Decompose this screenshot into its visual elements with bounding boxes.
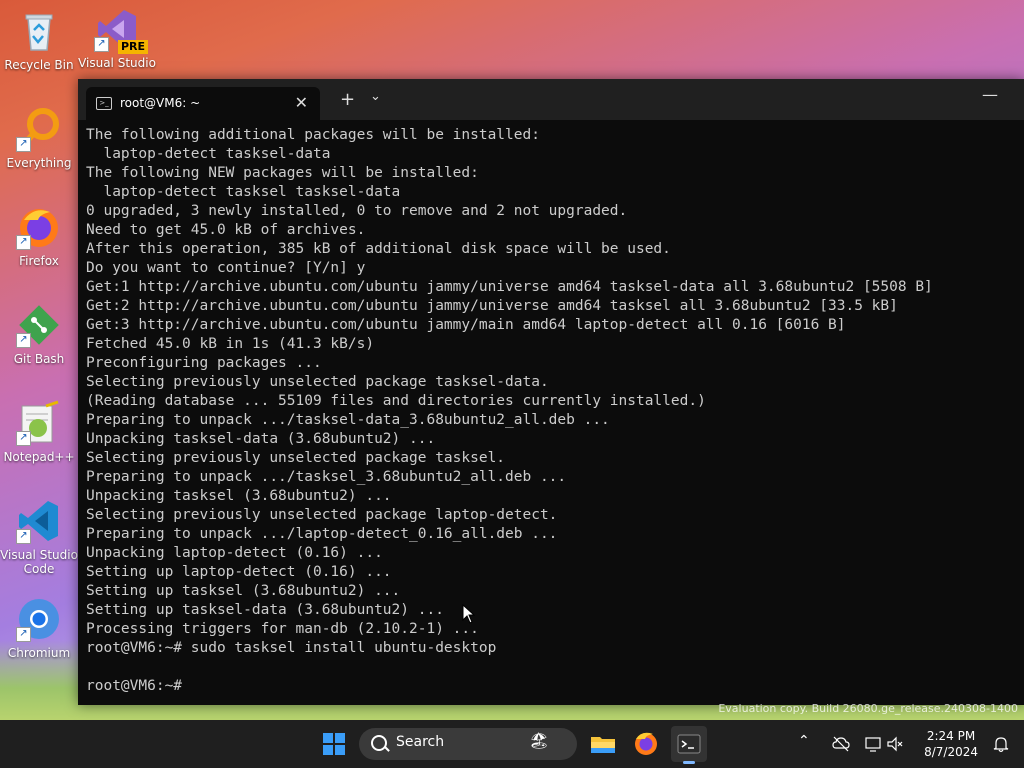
desktop-icon-git-bash[interactable]: ↗ Git Bash: [0, 302, 78, 366]
terminal-line: (Reading database ... 55109 files and di…: [86, 393, 706, 409]
desktop-icon-label: Everything: [6, 156, 72, 170]
terminal-line: root@VM6:~# sudo tasksel install ubuntu-…: [86, 640, 497, 656]
start-button[interactable]: [316, 726, 352, 762]
terminal-line: Need to get 45.0 kB of archives.: [86, 222, 366, 238]
cloud-offline-icon[interactable]: [832, 735, 850, 753]
terminal-line: Preconfiguring packages ...: [86, 355, 322, 371]
desktop-icon-label: Notepad++: [3, 450, 75, 464]
shortcut-arrow-icon: ↗: [16, 333, 31, 348]
terminal-line: 0 upgraded, 3 newly installed, 0 to remo…: [86, 203, 628, 219]
folder-icon: [591, 737, 615, 753]
desktop-icon-everything[interactable]: ↗ Everything: [0, 106, 78, 170]
shortcut-arrow-icon: ↗: [16, 627, 31, 642]
desktop-icon-notepad-plus-plus[interactable]: ↗ Notepad++: [0, 400, 78, 464]
desktop-icon-firefox[interactable]: ↗ Firefox: [0, 204, 78, 268]
desktop-icon-vscode[interactable]: ↗ Visual Studio Code: [0, 498, 78, 576]
evaluation-watermark: Evaluation copy. Build 26080.ge_release.…: [718, 702, 1018, 715]
terminal-output[interactable]: The following additional packages will b…: [86, 126, 1016, 705]
terminal-line: Fetched 45.0 kB in 1s (41.3 kB/s): [86, 336, 375, 352]
tab-dropdown-chevron-icon[interactable]: ⌄: [370, 89, 381, 104]
shortcut-arrow-icon: ↗: [16, 235, 31, 250]
terminal-line: Selecting previously unselected package …: [86, 507, 558, 523]
windows-logo-icon: [323, 733, 345, 755]
terminal-window[interactable]: >_ root@VM6: ~ ✕ + ⌄ — The following add…: [78, 79, 1024, 705]
desktop-icon-visual-studio[interactable]: PRE ↗ Visual Studio: [78, 6, 156, 70]
taskbar-clock[interactable]: 2:24 PM 8/7/2024: [924, 728, 978, 760]
search-icon: [371, 735, 387, 751]
terminal-line: Setting up tasksel (3.68ubuntu2) ...: [86, 583, 401, 599]
tab-root-vm6[interactable]: >_ root@VM6: ~ ✕: [86, 87, 320, 120]
desktop-icon-label: Visual Studio Code: [0, 548, 78, 576]
new-tab-button[interactable]: +: [340, 89, 355, 110]
terminal-taskbar-button[interactable]: [671, 726, 707, 764]
desktop-icon-label: Firefox: [19, 254, 59, 268]
file-explorer-button[interactable]: [585, 726, 621, 762]
close-tab-icon[interactable]: ✕: [295, 93, 308, 112]
terminal-line: Setting up tasksel-data (3.68ubuntu2) ..…: [86, 602, 444, 618]
minimize-button[interactable]: —: [982, 85, 998, 104]
pre-badge: PRE: [117, 40, 148, 54]
vscode-icon: ↗: [16, 498, 62, 544]
active-app-indicator: [683, 761, 695, 764]
desktop-icon-recycle-bin[interactable]: Recycle Bin: [0, 8, 78, 72]
firefox-icon: [635, 732, 657, 755]
git-bash-icon: ↗: [16, 302, 62, 348]
clock-date: 8/7/2024: [924, 745, 978, 759]
terminal-line: Unpacking tasksel-data (3.68ubuntu2) ...: [86, 431, 436, 447]
desktop-icon-label: Chromium: [7, 646, 71, 660]
terminal-line: Unpacking laptop-detect (0.16) ...: [86, 545, 383, 561]
shortcut-arrow-icon: ↗: [16, 431, 31, 446]
chromium-icon: ↗: [16, 596, 62, 642]
terminal-line: Get:1 http://archive.ubuntu.com/ubuntu j…: [86, 279, 933, 295]
desktop-icon-label: Visual Studio: [78, 56, 156, 70]
desktop-icon-label: Git Bash: [13, 352, 65, 366]
recycle-bin-icon: [16, 8, 62, 54]
visual-studio-icon: PRE ↗: [94, 6, 148, 54]
show-hidden-icons-chevron-icon[interactable]: ⌃: [798, 733, 810, 749]
terminal-line: Get:2 http://archive.ubuntu.com/ubuntu j…: [86, 298, 898, 314]
shortcut-arrow-icon: ↗: [16, 137, 31, 152]
firefox-taskbar-button[interactable]: [628, 726, 664, 762]
everything-search-icon: ↗: [16, 106, 62, 152]
terminal-line: Do you want to continue? [Y/n] y: [86, 260, 366, 276]
desktop-icon-chromium[interactable]: ↗ Chromium: [0, 596, 78, 660]
terminal-tab-icon: >_: [96, 97, 112, 110]
volume-muted-icon[interactable]: [886, 735, 904, 753]
shortcut-arrow-icon: ↗: [16, 529, 31, 544]
terminal-line: root@VM6:~#: [86, 678, 183, 694]
tab-title: root@VM6: ~: [120, 96, 201, 110]
terminal-line: laptop-detect tasksel tasksel-data: [86, 184, 401, 200]
notepad-plus-plus-icon: ↗: [16, 400, 62, 446]
search-label: Search: [396, 734, 445, 750]
terminal-line: The following NEW packages will be insta…: [86, 165, 479, 181]
terminal-line: After this operation, 385 kB of addition…: [86, 241, 671, 257]
system-tray: ⌃ 2:24 PM 8/7/2024: [794, 720, 1024, 768]
taskbar: Search 🏖 ⌃ 2:24 PM 8/7/2024: [0, 720, 1024, 768]
terminal-line: Unpacking tasksel (3.68ubuntu2) ...: [86, 488, 392, 504]
firefox-icon: ↗: [16, 204, 62, 250]
terminal-line: Preparing to unpack .../tasksel-data_3.6…: [86, 412, 610, 428]
terminal-line: Get:3 http://archive.ubuntu.com/ubuntu j…: [86, 317, 846, 333]
taskbar-search[interactable]: Search 🏖: [359, 728, 577, 760]
terminal-line: Selecting previously unselected package …: [86, 374, 549, 390]
clock-time: 2:24 PM: [926, 729, 976, 743]
terminal-line: The following additional packages will b…: [86, 127, 540, 143]
terminal-line: Selecting previously unselected package …: [86, 450, 506, 466]
terminal-line: Preparing to unpack .../tasksel_3.68ubun…: [86, 469, 567, 485]
terminal-line: laptop-detect tasksel-data: [86, 146, 331, 162]
terminal-line: Preparing to unpack .../laptop-detect_0.…: [86, 526, 558, 542]
terminal-icon: [677, 734, 701, 754]
notification-bell-icon[interactable]: [992, 735, 1010, 753]
network-icon[interactable]: [864, 735, 882, 753]
terminal-titlebar[interactable]: >_ root@VM6: ~ ✕ + ⌄ —: [78, 79, 1024, 120]
mouse-cursor-icon: [462, 604, 476, 624]
shortcut-arrow-icon: ↗: [94, 37, 109, 52]
terminal-line: Setting up laptop-detect (0.16) ...: [86, 564, 392, 580]
search-highlight-icon: 🏖: [529, 731, 550, 750]
terminal-line: Processing triggers for man-db (2.10.2-1…: [86, 621, 479, 637]
desktop-icon-label: Recycle Bin: [4, 58, 74, 72]
